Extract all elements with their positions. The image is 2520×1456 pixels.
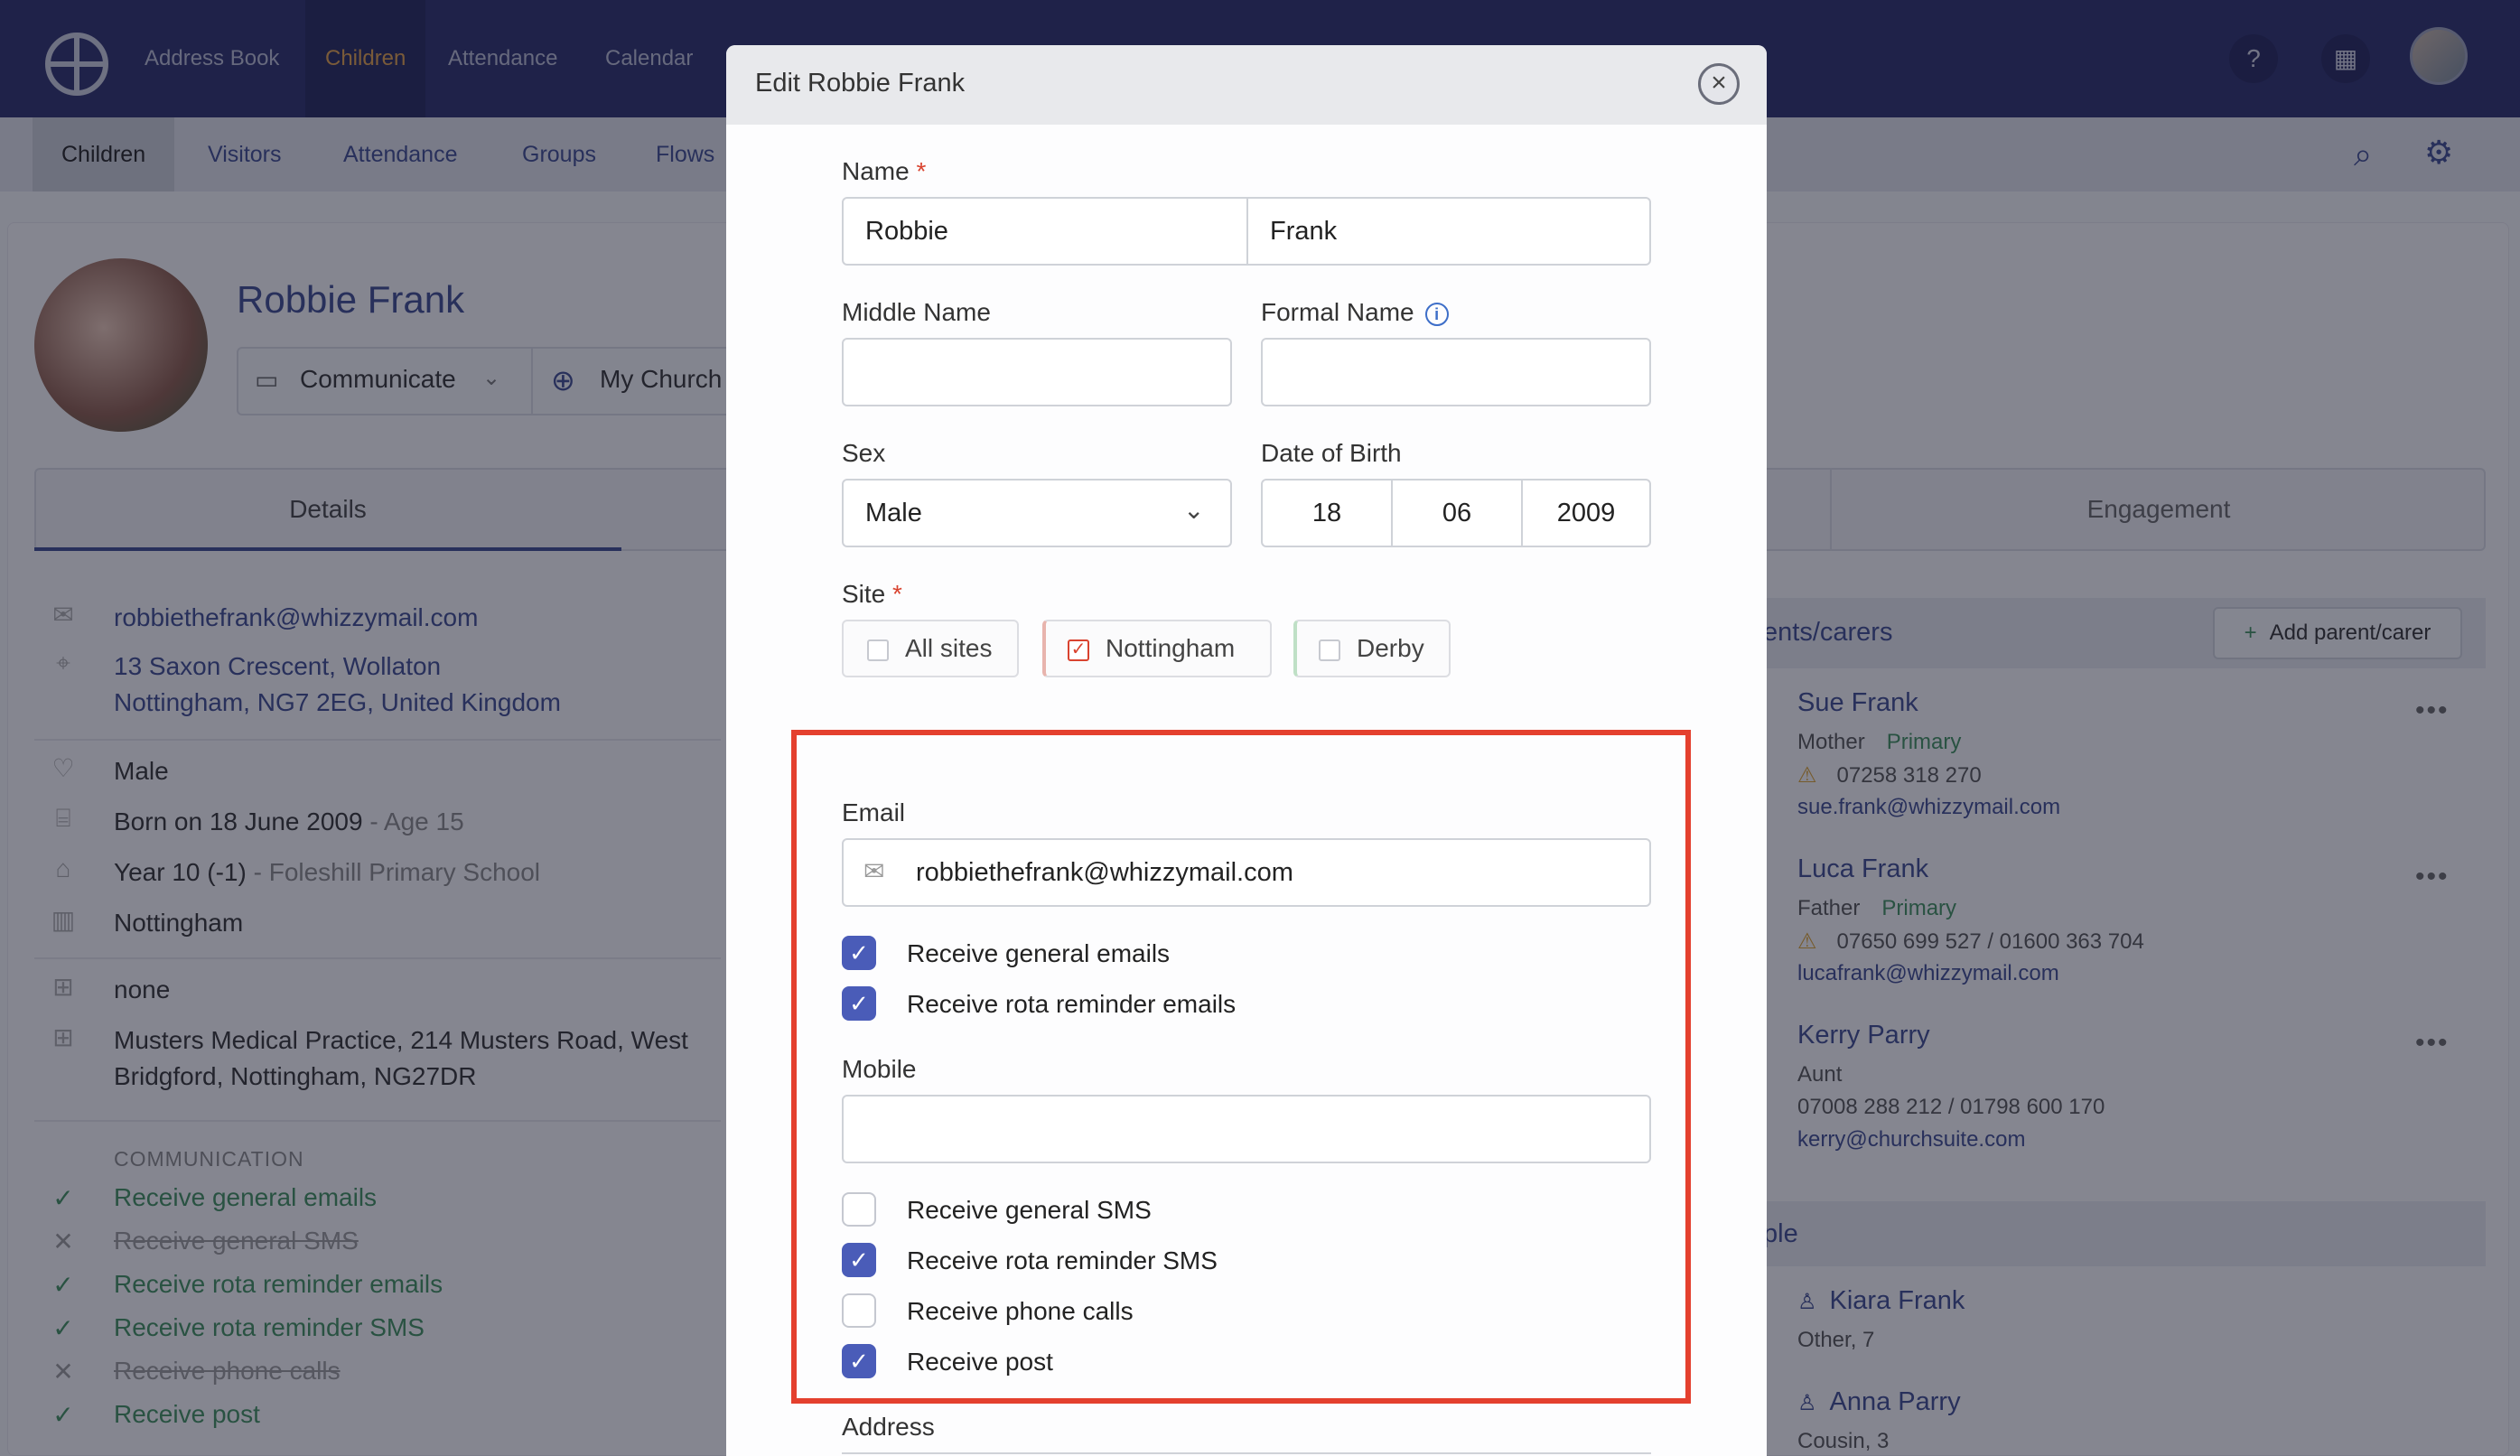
middle-name-label: Middle Name xyxy=(842,298,991,326)
checkbox-general-sms[interactable] xyxy=(842,1192,876,1227)
middle-name-input[interactable] xyxy=(842,338,1232,406)
name-label: Name * xyxy=(842,157,927,185)
modal-title: Edit Robbie Frank xyxy=(755,69,966,98)
dob-year-input[interactable]: 2009 xyxy=(1521,479,1651,547)
close-icon[interactable]: × xyxy=(1698,63,1740,105)
dob-month-input[interactable]: 06 xyxy=(1391,479,1523,547)
formal-name-input[interactable] xyxy=(1261,338,1651,406)
dob-label: Date of Birth xyxy=(1261,439,1402,467)
last-name-input[interactable]: Frank xyxy=(1246,197,1651,266)
label-rota-emails: Receive rota reminder emails xyxy=(907,990,1237,1018)
checkbox-unchecked-icon xyxy=(1319,639,1340,661)
site-label: Site * xyxy=(842,580,902,608)
email-label: Email xyxy=(842,798,906,826)
checkbox-general-emails[interactable]: ✓ xyxy=(842,936,876,970)
address-label: Address xyxy=(842,1413,935,1441)
label-general-sms: Receive general SMS xyxy=(907,1196,1152,1224)
site-nottingham[interactable]: ✓ Nottingham xyxy=(1042,620,1272,677)
sex-label: Sex xyxy=(842,439,886,467)
site-all-sites[interactable]: All sites xyxy=(842,620,1019,677)
site-derby[interactable]: Derby xyxy=(1293,620,1451,677)
address-input[interactable] xyxy=(842,1452,1651,1456)
email-input[interactable]: robbiethefrank@whizzymail.com xyxy=(842,838,1651,907)
label-phone-calls: Receive phone calls xyxy=(907,1297,1134,1325)
checkbox-post[interactable]: ✓ xyxy=(842,1344,876,1378)
mail-icon: ✉ xyxy=(863,857,885,885)
info-icon: i xyxy=(1424,302,1449,326)
checkbox-rota-emails[interactable]: ✓ xyxy=(842,986,876,1021)
label-rota-sms: Receive rota reminder SMS xyxy=(907,1246,1218,1274)
checkbox-unchecked-icon xyxy=(867,639,889,661)
label-post: Receive post xyxy=(907,1348,1053,1376)
chevron-down-icon: ⌄ xyxy=(1183,496,1205,524)
sex-select[interactable]: Male xyxy=(842,479,1232,547)
checkbox-checked-icon: ✓ xyxy=(1068,639,1089,661)
formal-name-label: Formal Name i xyxy=(1261,298,1449,327)
dob-day-input[interactable]: 18 xyxy=(1261,479,1393,547)
first-name-input[interactable]: Robbie xyxy=(842,197,1248,266)
checkbox-phone-calls[interactable] xyxy=(842,1293,876,1328)
mobile-input[interactable] xyxy=(842,1095,1651,1163)
label-general-emails: Receive general emails xyxy=(907,939,1171,967)
mobile-label: Mobile xyxy=(842,1055,917,1083)
checkbox-rota-sms[interactable]: ✓ xyxy=(842,1243,876,1277)
